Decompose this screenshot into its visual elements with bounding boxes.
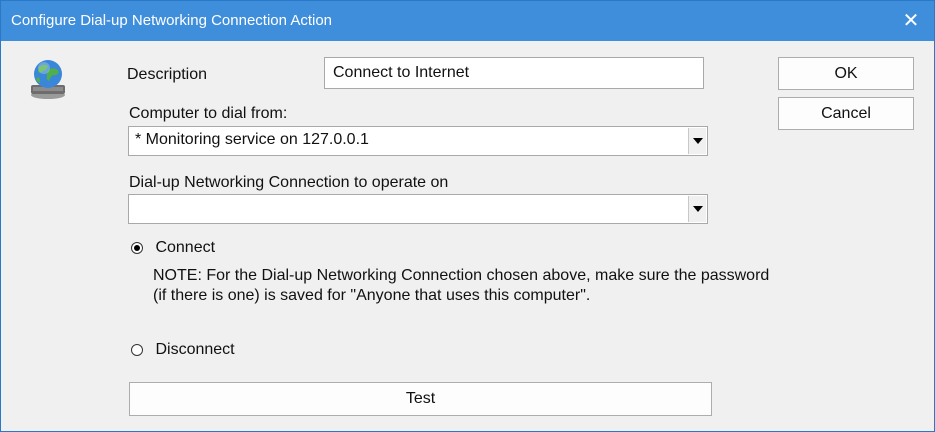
disconnect-radio[interactable] [131,343,143,356]
description-input[interactable]: Connect to Internet [324,57,704,89]
computer-label: Computer to dial from: [129,105,288,122]
note-text: NOTE: For the Dial-up Networking Connect… [153,267,770,304]
dun-label: Dial-up Networking Connection to operate… [129,174,449,191]
disconnect-radio-row[interactable]: Disconnect [131,341,235,359]
window-title: Configure Dial-up Networking Connection … [11,12,333,29]
connect-radio[interactable] [131,241,143,254]
connect-radio-row[interactable]: Connect [131,239,215,257]
computer-select[interactable]: * Monitoring service on 127.0.0.1 [128,126,708,156]
description-label: Description [127,66,208,83]
chevron-down-icon[interactable] [688,196,706,222]
disconnect-label: Disconnect [155,341,235,358]
connect-label: Connect [155,239,216,256]
computer-select-value: * Monitoring service on 127.0.0.1 [135,131,369,148]
close-icon[interactable]: ✕ [888,1,934,41]
dialog-content: Description Connect to Internet Computer… [1,41,934,431]
dialog-window: Configure Dial-up Networking Connection … [0,0,935,432]
dun-select[interactable] [128,194,708,224]
cancel-button[interactable]: Cancel [778,97,914,130]
globe-network-icon [25,57,71,101]
title-bar[interactable]: Configure Dial-up Networking Connection … [1,1,934,41]
test-button[interactable]: Test [129,382,712,416]
chevron-down-icon[interactable] [688,128,706,154]
ok-button[interactable]: OK [778,57,914,90]
